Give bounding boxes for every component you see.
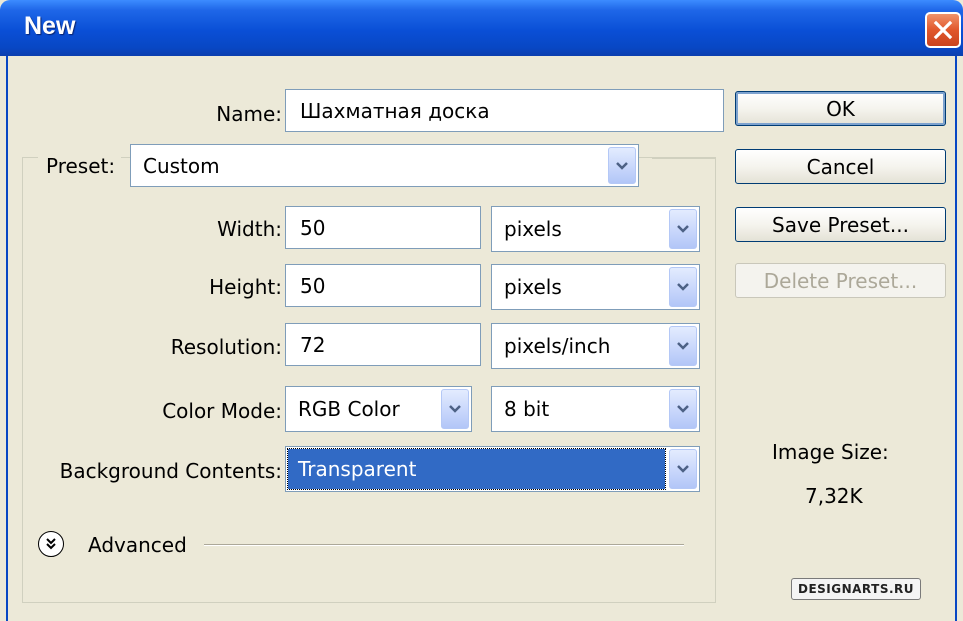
width-unit-dropdown-arrow[interactable] bbox=[669, 209, 697, 249]
delete-preset-button: Delete Preset... bbox=[735, 263, 946, 298]
background-contents-dropdown-arrow[interactable] bbox=[669, 449, 697, 489]
height-label: Height: bbox=[209, 275, 282, 299]
bit-depth-select[interactable]: 8 bit bbox=[491, 386, 700, 432]
width-input[interactable]: 50 bbox=[285, 206, 481, 249]
image-size-label: Image Size: bbox=[772, 440, 889, 464]
height-input[interactable]: 50 bbox=[285, 264, 481, 307]
chevron-down-icon bbox=[677, 465, 689, 473]
preset-label: Preset: bbox=[38, 154, 122, 178]
close-icon bbox=[933, 20, 953, 40]
height-unit-value: pixels bbox=[504, 275, 562, 299]
preset-select[interactable]: Custom bbox=[130, 144, 639, 187]
title-bar[interactable]: New bbox=[0, 0, 963, 56]
double-chevron-down-icon bbox=[46, 538, 56, 550]
advanced-toggle-button[interactable] bbox=[38, 531, 64, 557]
background-contents-label: Background Contents: bbox=[59, 459, 282, 483]
color-mode-dropdown-arrow[interactable] bbox=[441, 389, 469, 429]
background-contents-value: Transparent bbox=[287, 448, 666, 490]
advanced-divider bbox=[204, 544, 684, 546]
preset-dropdown-arrow[interactable] bbox=[608, 147, 636, 184]
save-preset-button[interactable]: Save Preset... bbox=[735, 207, 946, 242]
height-unit-select[interactable]: pixels bbox=[491, 264, 700, 310]
window-title: New bbox=[24, 12, 76, 40]
group-border-top bbox=[652, 158, 716, 159]
resolution-unit-dropdown-arrow[interactable] bbox=[669, 326, 697, 366]
color-mode-select[interactable]: RGB Color bbox=[285, 386, 472, 432]
name-label: Name: bbox=[216, 102, 282, 126]
chevron-down-icon bbox=[677, 405, 689, 413]
close-button[interactable] bbox=[925, 12, 961, 48]
width-unit-select[interactable]: pixels bbox=[491, 206, 700, 252]
chevron-down-icon bbox=[677, 225, 689, 233]
bit-depth-value: 8 bit bbox=[504, 397, 550, 421]
cancel-button[interactable]: Cancel bbox=[735, 149, 946, 184]
preset-value: Custom bbox=[143, 153, 220, 178]
color-mode-label: Color Mode: bbox=[162, 399, 282, 423]
bit-depth-dropdown-arrow[interactable] bbox=[669, 389, 697, 429]
color-mode-value: RGB Color bbox=[298, 397, 400, 421]
width-unit-value: pixels bbox=[504, 217, 562, 241]
width-label: Width: bbox=[217, 217, 282, 241]
chevron-down-icon bbox=[677, 342, 689, 350]
watermark-logo: DESIGNARTS.RU bbox=[791, 578, 921, 600]
height-unit-dropdown-arrow[interactable] bbox=[669, 267, 697, 307]
resolution-input[interactable]: 72 bbox=[285, 323, 481, 366]
resolution-unit-value: pixels/inch bbox=[504, 334, 611, 358]
image-size-value: 7,32K bbox=[805, 484, 863, 508]
resolution-unit-select[interactable]: pixels/inch bbox=[491, 323, 700, 369]
background-contents-select[interactable]: Transparent bbox=[285, 446, 700, 492]
chevron-down-icon bbox=[616, 161, 628, 170]
chevron-down-icon bbox=[449, 405, 461, 413]
chevron-down-icon bbox=[677, 283, 689, 291]
advanced-label[interactable]: Advanced bbox=[88, 533, 187, 557]
name-input[interactable]: Шахматная доска bbox=[285, 89, 724, 132]
ok-button[interactable]: OK bbox=[735, 91, 946, 126]
resolution-label: Resolution: bbox=[170, 335, 282, 359]
